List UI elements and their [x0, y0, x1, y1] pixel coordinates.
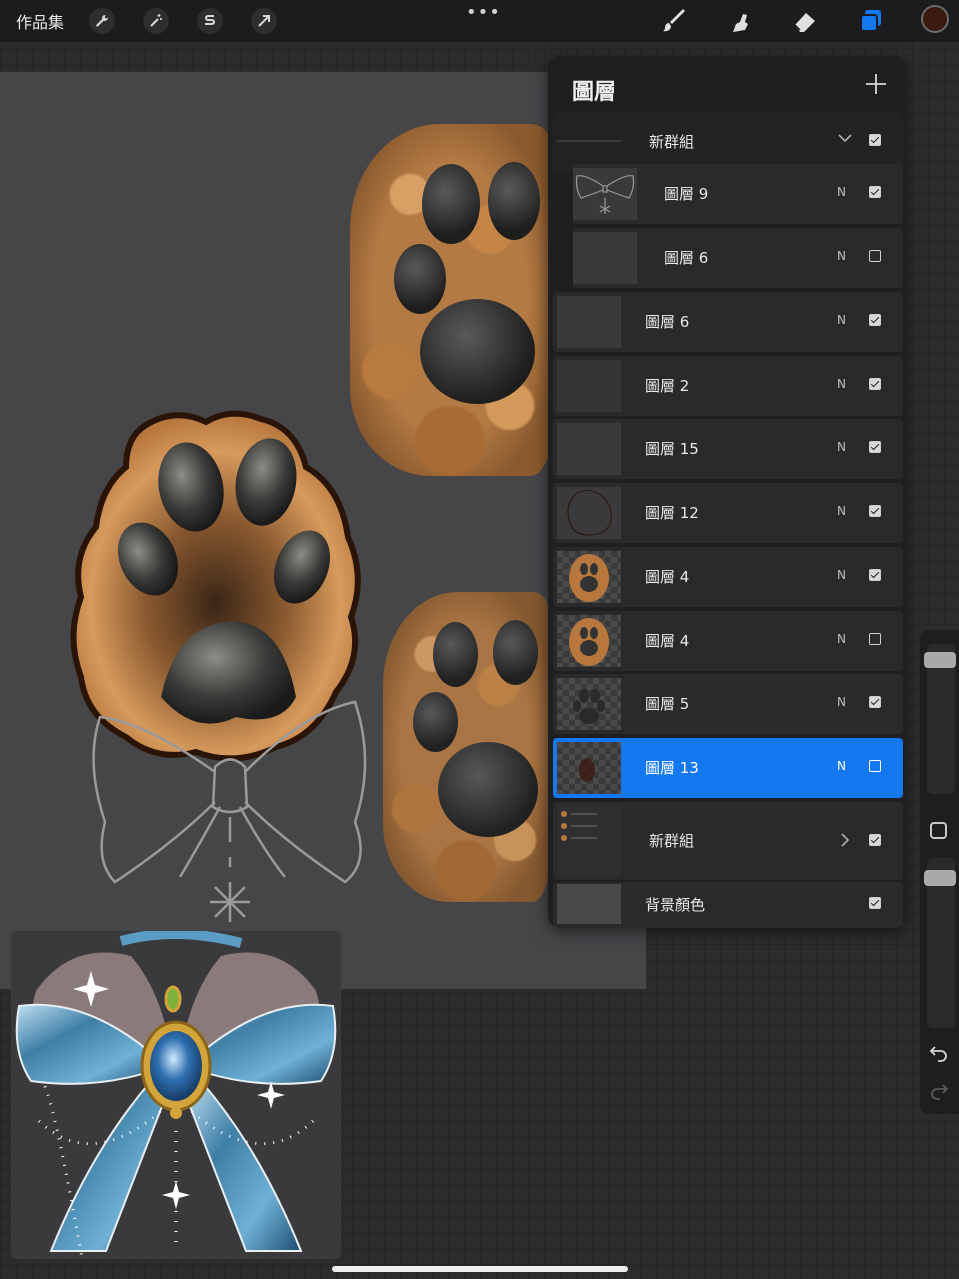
- layer-name: 新群組: [649, 133, 695, 151]
- more-options-button[interactable]: •••: [466, 2, 501, 23]
- blend-mode-label[interactable]: N: [837, 377, 846, 391]
- layer-row[interactable]: 圖層 4 N: [553, 611, 903, 671]
- top-toolbar: 作品集 •••: [0, 0, 959, 42]
- layer-group-collapsed[interactable]: 新群組: [553, 802, 903, 880]
- layer-row[interactable]: 圖層 12 N: [553, 483, 903, 543]
- modify-button[interactable]: [930, 822, 947, 839]
- layers-panel-title: 圖層: [572, 80, 617, 105]
- layer-row[interactable]: 圖層 2 N: [553, 356, 903, 416]
- layer-visibility-checkbox[interactable]: [869, 314, 881, 326]
- layer-group-expanded[interactable]: 新群組: [553, 112, 903, 172]
- brush-size-knob[interactable]: [924, 652, 956, 668]
- layer-row[interactable]: 圖層 6 N: [553, 292, 903, 352]
- layer-row[interactable]: 圖層 9 N: [573, 164, 903, 224]
- layer-name: 新群組: [649, 832, 695, 850]
- layer-visibility-checkbox[interactable]: [869, 505, 881, 517]
- layer-thumbnail: [557, 296, 621, 348]
- layer-visibility-checkbox[interactable]: [869, 186, 881, 198]
- layer-thumbnail: [557, 360, 621, 412]
- layer-thumbnail: [573, 168, 637, 220]
- opacity-slider[interactable]: [924, 858, 956, 1028]
- layer-name: 圖層 15: [645, 440, 699, 458]
- chevron-right-icon[interactable]: [835, 830, 855, 850]
- layer-row[interactable]: 圖層 6 N: [573, 228, 903, 288]
- layer-row-selected[interactable]: 圖層 13 N: [553, 738, 903, 798]
- blend-mode-label[interactable]: N: [837, 185, 846, 199]
- blend-mode-label[interactable]: N: [837, 504, 846, 518]
- layer-name: 圖層 6: [664, 249, 709, 267]
- layer-visibility-checkbox[interactable]: [869, 134, 881, 146]
- group-thumbnail: [557, 806, 621, 876]
- layer-name: 圖層 6: [645, 313, 690, 331]
- group-indicator: [557, 140, 621, 142]
- brush-sidebar: [920, 630, 959, 1114]
- blend-mode-label[interactable]: N: [837, 568, 846, 582]
- layer-visibility-checkbox[interactable]: [869, 378, 881, 390]
- layer-thumbnail: [557, 615, 621, 667]
- color-picker-button[interactable]: [921, 5, 949, 33]
- layer-visibility-checkbox[interactable]: [869, 569, 881, 581]
- layer-name: 圖層 9: [664, 185, 709, 203]
- brush-icon[interactable]: [660, 6, 690, 36]
- layers-panel: 圖層 新群組 圖層 9 N 圖層 6 N 圖層 6 N 圖層 2 N 圖層 15…: [548, 56, 906, 928]
- bow-sketch: [92, 700, 367, 922]
- layer-name: 圖層 4: [645, 632, 690, 650]
- layer-thumbnail: [557, 678, 621, 730]
- background-color-layer[interactable]: 背景顏色: [553, 882, 903, 928]
- paw-reference-photo-blurred: [383, 592, 548, 902]
- wrench-icon[interactable]: [89, 8, 115, 34]
- layer-thumbnail: [557, 423, 621, 475]
- paw-reference-photo: [350, 124, 550, 476]
- layer-name: 圖層 2: [645, 377, 690, 395]
- undo-icon[interactable]: [929, 1042, 949, 1062]
- gallery-button[interactable]: 作品集: [16, 9, 64, 33]
- layer-name: 圖層 13: [645, 759, 699, 777]
- layer-name: 背景顏色: [645, 896, 706, 914]
- magic-wand-icon[interactable]: [143, 8, 169, 34]
- smudge-icon[interactable]: [725, 6, 755, 36]
- layer-row[interactable]: 圖層 15 N: [553, 419, 903, 479]
- layer-name: 圖層 12: [645, 504, 699, 522]
- eraser-icon[interactable]: [790, 6, 820, 36]
- redo-icon[interactable]: [929, 1080, 949, 1100]
- layers-icon[interactable]: [856, 6, 886, 36]
- chevron-down-icon[interactable]: [835, 128, 855, 148]
- selection-s-icon[interactable]: [197, 8, 223, 34]
- layer-thumbnail: [557, 487, 621, 539]
- home-indicator: [332, 1266, 628, 1272]
- layer-name: 圖層 4: [645, 568, 690, 586]
- layer-visibility-checkbox[interactable]: [869, 250, 881, 262]
- blend-mode-label[interactable]: N: [837, 632, 846, 646]
- blend-mode-label[interactable]: N: [837, 695, 846, 709]
- plus-icon[interactable]: [862, 70, 890, 98]
- bow-reference-image: [11, 931, 341, 1259]
- transform-arrow-icon[interactable]: [251, 8, 277, 34]
- layer-thumbnail: [557, 742, 621, 794]
- background-color-swatch[interactable]: [557, 884, 621, 924]
- layer-visibility-checkbox[interactable]: [869, 834, 881, 846]
- layer-visibility-checkbox[interactable]: [869, 633, 881, 645]
- layer-visibility-checkbox[interactable]: [869, 441, 881, 453]
- layer-visibility-checkbox[interactable]: [869, 897, 881, 909]
- layer-row[interactable]: 圖層 4 N: [553, 547, 903, 607]
- brush-size-slider[interactable]: [924, 644, 956, 794]
- blend-mode-label[interactable]: N: [837, 759, 846, 773]
- blend-mode-label[interactable]: N: [837, 313, 846, 327]
- layer-name: 圖層 5: [645, 695, 690, 713]
- layer-thumbnail: [557, 551, 621, 603]
- layer-row[interactable]: 圖層 5 N: [553, 674, 903, 734]
- blend-mode-label[interactable]: N: [837, 249, 846, 263]
- layer-visibility-checkbox[interactable]: [869, 696, 881, 708]
- blend-mode-label[interactable]: N: [837, 440, 846, 454]
- opacity-knob[interactable]: [924, 870, 956, 886]
- layer-visibility-checkbox[interactable]: [869, 760, 881, 772]
- layer-thumbnail: [573, 232, 637, 284]
